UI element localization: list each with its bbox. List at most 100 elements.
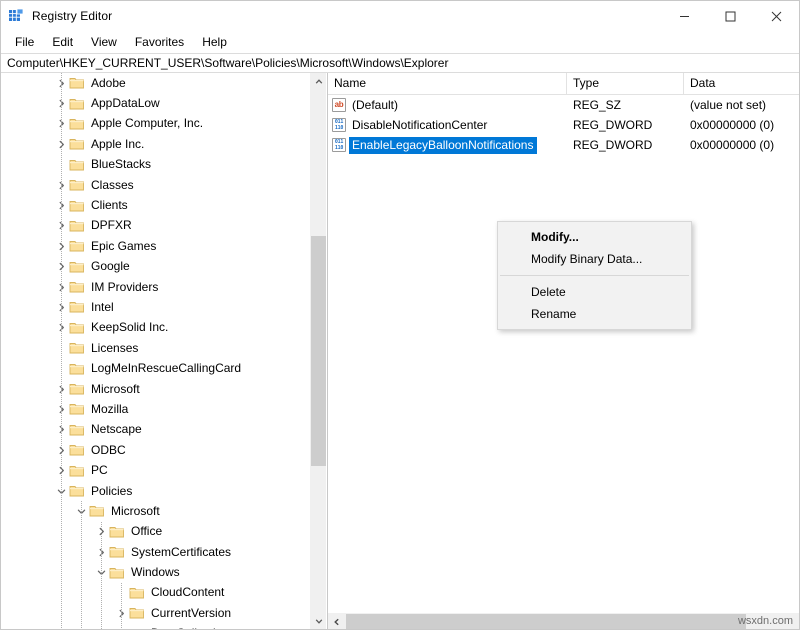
- tree-item-cloudcontent[interactable]: CloudContent: [1, 583, 309, 603]
- chevron-down-icon[interactable]: [53, 483, 69, 499]
- tree-item-intel[interactable]: Intel: [1, 297, 309, 317]
- tree-item-bluestacks[interactable]: BlueStacks: [1, 155, 309, 175]
- chevron-right-icon[interactable]: [53, 320, 69, 336]
- scroll-left-arrow[interactable]: [328, 613, 345, 629]
- chevron-down-icon[interactable]: [93, 565, 109, 581]
- tree-item-windows[interactable]: Windows: [1, 562, 309, 582]
- tree-item-microsoft[interactable]: Microsoft: [1, 501, 309, 521]
- chevron-right-icon[interactable]: [53, 75, 69, 91]
- values-list[interactable]: ab(Default)REG_SZ(value not set)011110Di…: [328, 95, 799, 612]
- tree-item-clients[interactable]: Clients: [1, 195, 309, 215]
- value-type: REG_SZ: [567, 98, 684, 112]
- chevron-right-icon[interactable]: [53, 381, 69, 397]
- chevron-right-icon[interactable]: [53, 259, 69, 275]
- column-header-name[interactable]: Name: [328, 73, 567, 95]
- menu-view[interactable]: View: [82, 32, 126, 52]
- chevron-right-icon[interactable]: [53, 279, 69, 295]
- context-menu-item-delete[interactable]: Delete: [498, 281, 691, 303]
- context-menu-item-rename[interactable]: Rename: [498, 303, 691, 325]
- chevron-right-icon[interactable]: [53, 422, 69, 438]
- registry-tree[interactable]: AdobeAppDataLowApple Computer, Inc.Apple…: [1, 73, 309, 629]
- value-row[interactable]: ab(Default)REG_SZ(value not set): [328, 95, 799, 115]
- value-row[interactable]: 011110DisableNotificationCenterREG_DWORD…: [328, 115, 799, 135]
- hscroll-thumb[interactable]: [346, 614, 746, 629]
- caption-buttons: [661, 1, 799, 31]
- chevron-right-icon[interactable]: [93, 544, 109, 560]
- chevron-right-icon[interactable]: [53, 463, 69, 479]
- chevron-right-icon[interactable]: [53, 218, 69, 234]
- folder-icon: [69, 76, 85, 90]
- content-panes: AdobeAppDataLowApple Computer, Inc.Apple…: [1, 73, 799, 629]
- context-menu-item-modify-binary-data[interactable]: Modify Binary Data...: [498, 248, 691, 270]
- tree-item-keepsolid-inc[interactable]: KeepSolid Inc.: [1, 318, 309, 338]
- value-context-menu[interactable]: Modify...Modify Binary Data... DeleteRena…: [497, 221, 692, 330]
- scroll-up-arrow[interactable]: [310, 73, 327, 90]
- menu-edit[interactable]: Edit: [43, 32, 82, 52]
- tree-item-logmeinrescuecallingcard[interactable]: LogMeInRescueCallingCard: [1, 358, 309, 378]
- tree-item-appdatalow[interactable]: AppDataLow: [1, 93, 309, 113]
- close-button[interactable]: [753, 1, 799, 31]
- tree-item-currentversion[interactable]: CurrentVersion: [1, 603, 309, 623]
- column-header-data[interactable]: Data: [684, 73, 799, 95]
- chevron-right-icon[interactable]: [53, 442, 69, 458]
- context-menu-separator: [500, 275, 689, 276]
- folder-icon: [69, 382, 85, 396]
- folder-icon: [69, 321, 85, 335]
- tree-item-datacollection[interactable]: DataCollection: [1, 624, 309, 629]
- tree-item-epic-games[interactable]: Epic Games: [1, 236, 309, 256]
- tree-item-microsoft[interactable]: Microsoft: [1, 379, 309, 399]
- tree-item-policies[interactable]: Policies: [1, 481, 309, 501]
- chevron-right-icon[interactable]: [53, 116, 69, 132]
- chevron-right-icon[interactable]: [53, 177, 69, 193]
- chevron-right-icon[interactable]: [53, 299, 69, 315]
- chevron-right-icon[interactable]: [53, 136, 69, 152]
- scroll-down-arrow[interactable]: [310, 612, 327, 629]
- maximize-button[interactable]: [707, 1, 753, 31]
- registry-tree-pane: AdobeAppDataLowApple Computer, Inc.Apple…: [1, 73, 327, 629]
- tree-item-odbc[interactable]: ODBC: [1, 440, 309, 460]
- tree-item-label: DataCollection: [150, 625, 232, 629]
- tree-item-google[interactable]: Google: [1, 257, 309, 277]
- folder-icon: [69, 239, 85, 253]
- tree-item-label: Office: [130, 523, 165, 540]
- address-bar[interactable]: Computer\HKEY_CURRENT_USER\Software\Poli…: [1, 53, 799, 73]
- chevron-right-icon[interactable]: [53, 238, 69, 254]
- menu-file[interactable]: File: [6, 32, 43, 52]
- folder-icon: [69, 178, 85, 192]
- tree-vertical-scrollbar[interactable]: [309, 73, 326, 629]
- value-row[interactable]: 011110EnableLegacyBalloonNotificationsRE…: [328, 135, 799, 155]
- chevron-right-icon[interactable]: [53, 198, 69, 214]
- tree-item-mozilla[interactable]: Mozilla: [1, 399, 309, 419]
- chevron-right-icon[interactable]: [53, 401, 69, 417]
- folder-icon: [69, 260, 85, 274]
- tree-item-apple-inc[interactable]: Apple Inc.: [1, 134, 309, 154]
- tree-item-pc[interactable]: PC: [1, 460, 309, 480]
- folder-icon: [69, 402, 85, 416]
- minimize-button[interactable]: [661, 1, 707, 31]
- tree-item-im-providers[interactable]: IM Providers: [1, 277, 309, 297]
- value-data: 0x00000000 (0): [684, 138, 799, 152]
- tree-item-licenses[interactable]: Licenses: [1, 338, 309, 358]
- menu-help[interactable]: Help: [193, 32, 236, 52]
- menu-favorites[interactable]: Favorites: [126, 32, 193, 52]
- value-name-cell: ab(Default): [328, 97, 567, 114]
- column-header-type[interactable]: Type: [567, 73, 684, 95]
- values-column-header: Name Type Data: [328, 73, 799, 95]
- values-horizontal-scrollbar[interactable]: [328, 612, 799, 629]
- folder-icon: [69, 199, 85, 213]
- tree-item-dpfxr[interactable]: DPFXR: [1, 216, 309, 236]
- tree-item-adobe[interactable]: Adobe: [1, 73, 309, 93]
- chevron-right-icon[interactable]: [93, 524, 109, 540]
- tree-item-office[interactable]: Office: [1, 522, 309, 542]
- chevron-right-icon[interactable]: [113, 605, 129, 621]
- chevron-down-icon[interactable]: [73, 503, 89, 519]
- tree-item-netscape[interactable]: Netscape: [1, 420, 309, 440]
- scroll-thumb[interactable]: [311, 236, 326, 466]
- tree-item-systemcertificates[interactable]: SystemCertificates: [1, 542, 309, 562]
- context-menu-item-modify[interactable]: Modify...: [498, 226, 691, 248]
- folder-icon: [69, 423, 85, 437]
- tree-item-apple-computer-inc[interactable]: Apple Computer, Inc.: [1, 114, 309, 134]
- folder-icon: [69, 443, 85, 457]
- tree-item-classes[interactable]: Classes: [1, 175, 309, 195]
- chevron-right-icon[interactable]: [53, 96, 69, 112]
